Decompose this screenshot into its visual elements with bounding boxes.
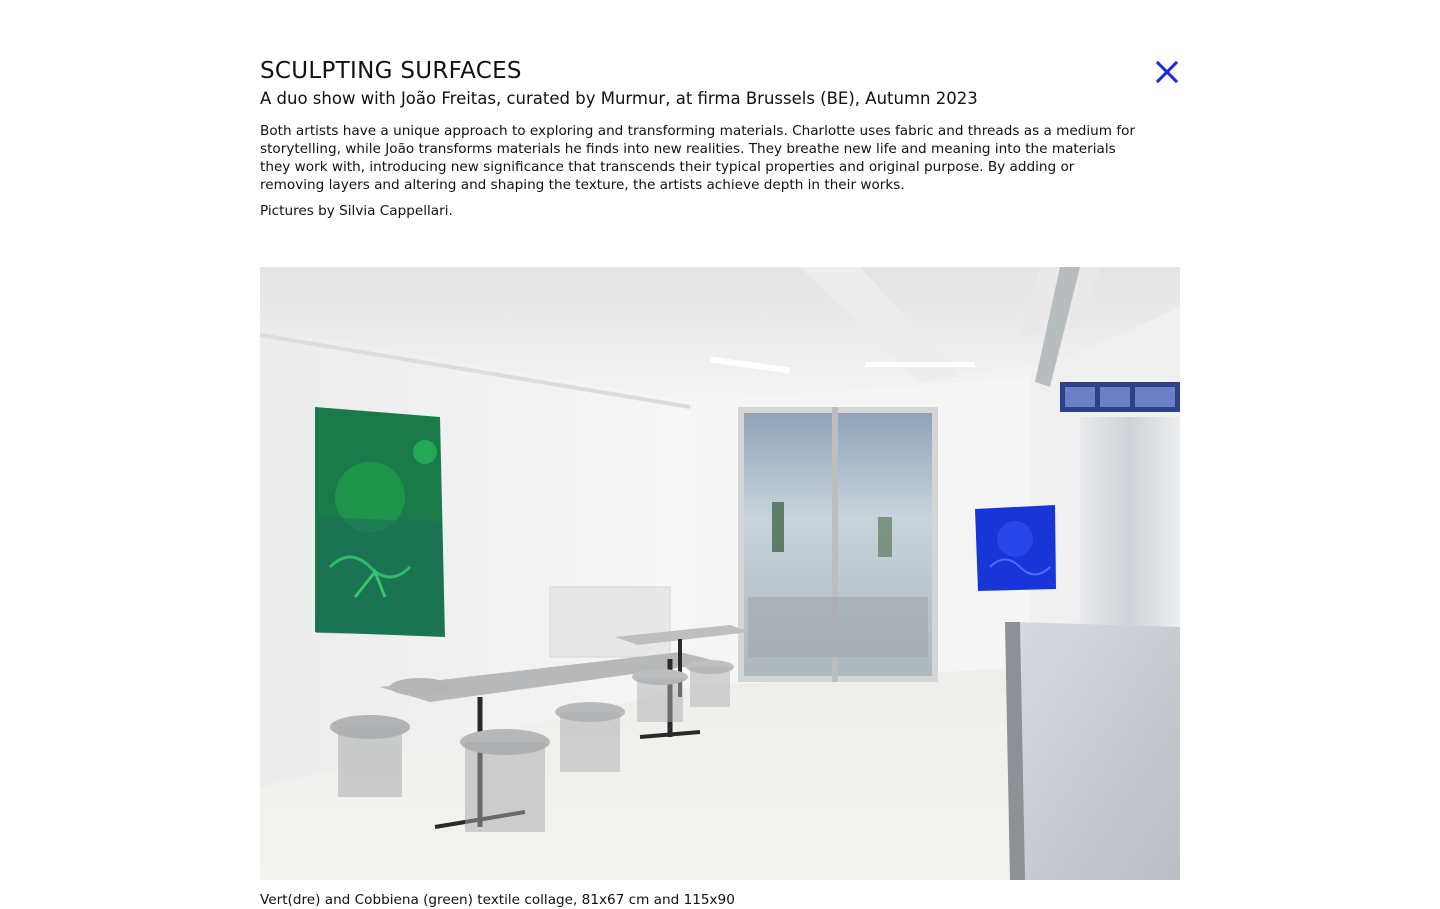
project-subtitle: A duo show with João Freitas, curated by… <box>260 89 978 108</box>
project-description: Both artists have a unique approach to e… <box>260 123 1136 193</box>
close-icon[interactable] <box>1154 59 1180 85</box>
page-title: SCULPTING SURFACES <box>260 58 522 84</box>
project-detail-panel: SCULPTING SURFACES A duo show with João … <box>260 56 1180 220</box>
gallery-interior-image <box>260 267 1180 880</box>
photo-credits: Pictures by Silvia Cappellari. <box>260 203 453 219</box>
photo-caption: Vert(dre) and Cobbiena (green) textile c… <box>260 892 735 908</box>
gallery-photo[interactable] <box>260 267 1180 880</box>
close-button[interactable] <box>1154 59 1180 85</box>
